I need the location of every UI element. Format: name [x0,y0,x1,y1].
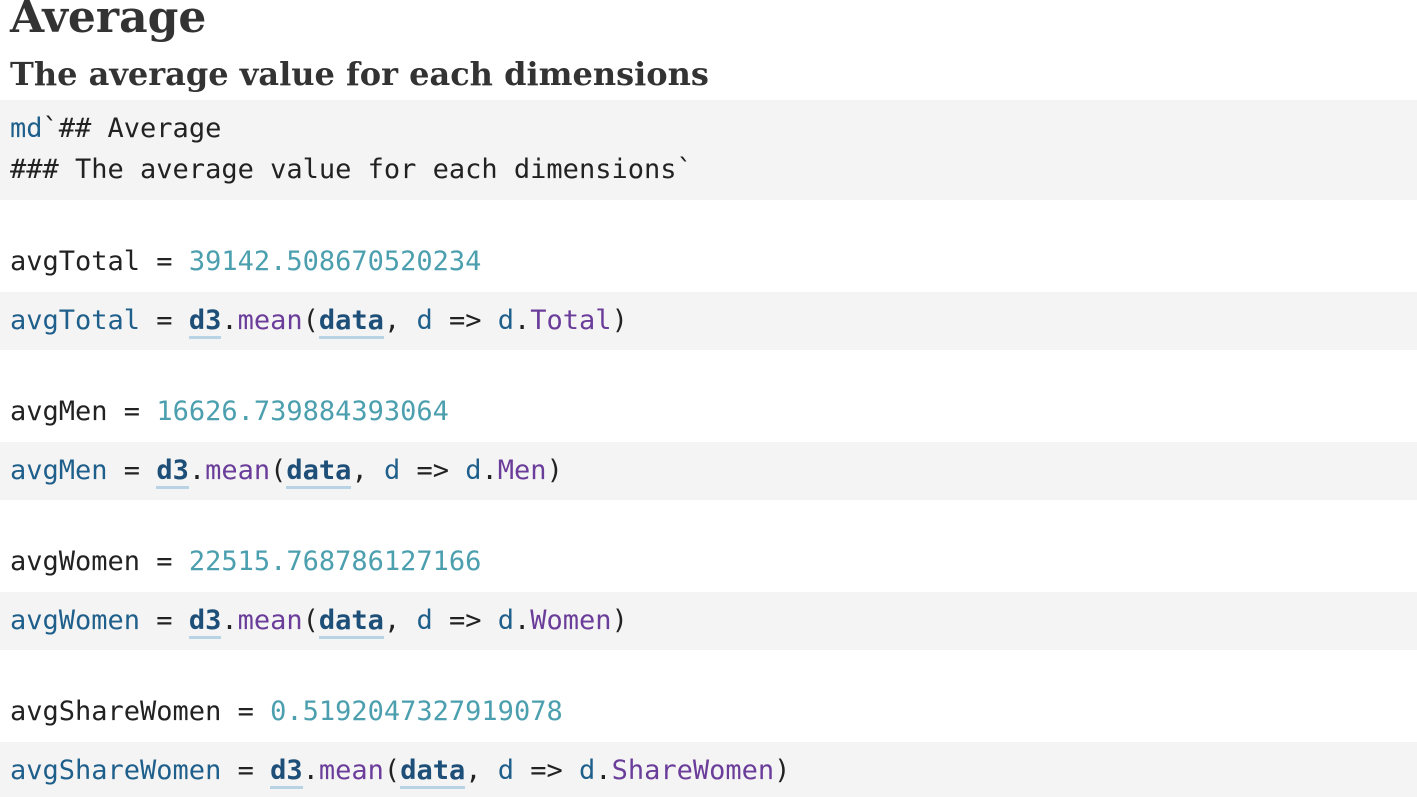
mean-function: mean [205,455,271,486]
code-line: avgMen = d3.mean(data, d => d.Men) [10,454,563,489]
output-name: avgTotal [10,246,141,277]
paren-open: ( [383,755,401,786]
paren-open: ( [302,605,319,636]
paren-close: ) [611,305,628,336]
output-name: avgShareWomen [10,696,222,727]
code-line: avgTotal = d3.mean(data, d => d.Total) [10,304,628,339]
equals-sign: = [107,396,157,427]
data-reference[interactable]: data [318,605,384,639]
dot: . [514,305,531,336]
param-use: d [465,455,482,486]
field-name: Men [497,455,547,486]
param: d [416,305,433,336]
param-use: d [579,755,596,786]
d3-reference[interactable]: d3 [188,305,222,339]
equals-sign: = [140,246,189,277]
cell-source-avgWomen[interactable]: avgWomen = d3.mean(data, d => d.Women) [0,592,1417,650]
cell-name: avgShareWomen [10,755,222,786]
md-source-text-2: ### The average value for each dimension… [10,154,693,185]
dot: . [188,455,206,486]
cell-source-avgMen[interactable]: avgMen = d3.mean(data, d => d.Men) [0,442,1417,500]
rendered-subheading: The average value for each dimensions [10,55,709,93]
dot: . [514,605,531,636]
notebook-page: Average The average value for each dimen… [0,0,1417,797]
cell-source-avgShareWomen[interactable]: avgShareWomen = d3.mean(data, d => d.Sha… [0,742,1417,797]
dot: . [595,755,612,786]
mean-function: mean [237,605,303,636]
comma: , [465,755,498,786]
md-tag: md [10,113,43,144]
d3-reference[interactable]: d3 [270,755,303,789]
arrow: => [432,305,498,336]
cell-output-avgMen: avgMen = 16626.739884393064 [10,395,449,429]
comma: , [351,455,384,486]
d3-reference[interactable]: d3 [188,605,222,639]
equals-sign: = [107,455,157,486]
dot: . [221,605,238,636]
paren-open: ( [302,305,319,336]
param: d [416,605,433,636]
arrow: => [400,455,466,486]
param: d [497,755,514,786]
dot: . [302,755,319,786]
cell-name: avgMen [10,455,108,486]
cell-source-avgTotal[interactable]: avgTotal = d3.mean(data, d => d.Total) [0,292,1417,350]
output-value: 39142.508670520234 [188,246,482,277]
paren-close: ) [546,455,563,486]
output-name: avgMen [10,396,108,427]
param-use: d [497,305,515,336]
output-value: 22515.768786127166 [188,546,482,577]
d3-reference[interactable]: d3 [156,455,189,489]
output-name: avgWomen [10,546,141,577]
md-source-text-1: `## Average [42,113,222,144]
markdown-source-line-2: ### The average value for each dimension… [10,153,693,187]
param: d [383,455,401,486]
equals-sign: = [221,755,271,786]
markdown-source-line-1: md`## Average [10,112,221,146]
arrow: => [432,605,498,636]
equals-sign: = [140,605,189,636]
field-name: Women [530,605,612,636]
output-value: 0.5192047327919078 [270,696,563,727]
markdown-source-cell[interactable]: md`## Average ### The average value for … [0,100,1417,200]
cell-name: avgTotal [10,305,141,336]
code-line: avgShareWomen = d3.mean(data, d => d.Sha… [10,754,791,789]
equals-sign: = [221,696,271,727]
output-value: 16626.739884393064 [156,396,449,427]
param-use: d [497,605,515,636]
field-name: ShareWomen [611,755,775,786]
paren-close: ) [774,755,791,786]
dot: . [221,305,238,336]
mean-function: mean [318,755,384,786]
dot: . [481,455,498,486]
comma: , [383,605,417,636]
paren-open: ( [270,455,287,486]
comma: , [383,305,417,336]
equals-sign: = [140,546,189,577]
mean-function: mean [237,305,303,336]
arrow: => [514,755,580,786]
data-reference[interactable]: data [286,455,352,489]
cell-output-avgWomen: avgWomen = 22515.768786127166 [10,545,481,579]
cell-output-avgTotal: avgTotal = 39142.508670520234 [10,245,481,279]
cell-output-avgShareWomen: avgShareWomen = 0.5192047327919078 [10,695,563,729]
data-reference[interactable]: data [400,755,466,789]
field-name: Total [530,305,612,336]
data-reference[interactable]: data [318,305,384,339]
paren-close: ) [611,605,628,636]
code-line: avgWomen = d3.mean(data, d => d.Women) [10,604,628,639]
rendered-heading-average: Average [10,0,207,43]
equals-sign: = [140,305,189,336]
cell-name: avgWomen [10,605,141,636]
